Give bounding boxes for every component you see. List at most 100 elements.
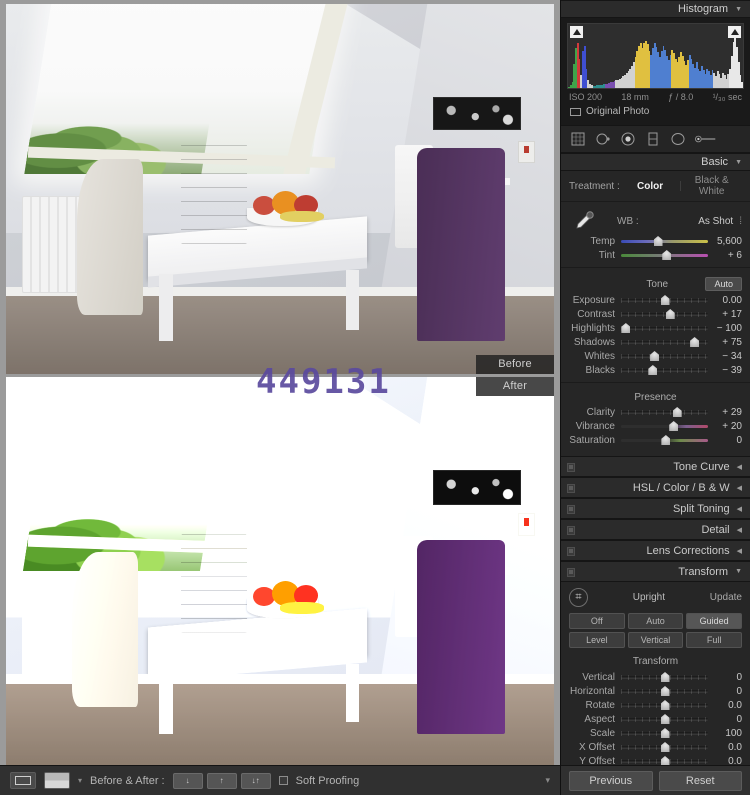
slider-track[interactable] [621,336,708,348]
spot-removal-tool-icon[interactable] [595,131,611,147]
upright-grid-icon[interactable]: ⌗ [569,588,588,607]
slider-value[interactable]: 0 [708,686,742,697]
basic-panel-header[interactable]: Basic ▼ [561,153,750,171]
slider-x-offset[interactable]: X Offset 0.0 [561,740,750,754]
slider-handle[interactable] [660,295,670,305]
slider-track[interactable] [621,322,708,334]
slider-value[interactable]: − 34 [708,351,742,362]
slider-track[interactable] [621,699,708,711]
slider-track[interactable] [621,713,708,725]
upright-guided-button[interactable]: Guided [686,613,742,629]
before-after-view-button[interactable] [44,772,70,789]
slider-value[interactable]: 100 [708,728,742,739]
slider-handle[interactable] [660,700,670,710]
original-photo-row[interactable]: Original Photo [567,102,744,122]
chevron-left-icon[interactable]: ◀ [737,484,742,492]
slider-track[interactable] [621,294,708,306]
slider-track[interactable] [621,235,708,247]
slider-exposure[interactable]: Exposure 0.00 [561,293,750,307]
slider-tint[interactable]: Tint + 6 [561,248,750,262]
slider-handle[interactable] [650,351,660,361]
slider-handle[interactable] [660,672,670,682]
radial-filter-tool-icon[interactable] [670,131,686,147]
crop-overlay-tool-icon[interactable] [570,131,586,147]
copy-before-to-after-button[interactable]: ↑ [206,772,237,789]
chevron-down-icon[interactable]: ▼ [735,568,742,575]
panel-switch[interactable] [567,484,575,493]
slider-blacks[interactable]: Blacks − 39 [561,363,750,377]
swap-before-after-button[interactable]: ↓↑ [240,772,271,789]
slider-track[interactable] [621,727,708,739]
panel-switch[interactable] [567,568,575,577]
slider-track[interactable] [621,685,708,697]
soft-proofing-checkbox[interactable] [278,776,288,785]
upright-off-button[interactable]: Off [569,613,625,629]
treatment-bw-option[interactable]: Black & White [681,175,742,197]
slider-saturation[interactable]: Saturation 0 [561,433,750,447]
panel-header-hsl-color-b-w[interactable]: HSL / Color / B & W ◀ [561,477,750,498]
chevron-left-icon[interactable]: ◀ [737,526,742,534]
loupe-view-button[interactable] [10,772,36,789]
slider-contrast[interactable]: Contrast + 17 [561,307,750,321]
slider-handle[interactable] [653,236,663,246]
view-mode-chevron-icon[interactable]: ▾ [78,776,82,785]
slider-handle[interactable] [660,714,670,724]
panel-switch[interactable] [567,463,575,472]
slider-value[interactable]: + 17 [708,309,742,320]
white-balance-selector-icon[interactable] [569,210,595,232]
panel-header-tone-curve[interactable]: Tone Curve ◀ [561,456,750,477]
slider-vertical[interactable]: Vertical 0 [561,670,750,684]
slider-track[interactable] [621,741,708,753]
slider-value[interactable]: − 100 [708,323,742,334]
slider-clarity[interactable]: Clarity + 29 [561,405,750,419]
slider-vibrance[interactable]: Vibrance + 20 [561,419,750,433]
auto-tone-button[interactable]: Auto [705,277,742,291]
slider-handle[interactable] [672,407,682,417]
chevron-left-icon[interactable]: ◀ [737,547,742,555]
slider-value[interactable]: − 39 [708,365,742,376]
slider-handle[interactable] [660,686,670,696]
slider-handle[interactable] [662,250,672,260]
slider-value[interactable]: + 6 [708,250,742,261]
slider-value[interactable]: 0.0 [708,756,742,766]
slider-handle[interactable] [648,365,658,375]
slider-value[interactable]: 0 [708,714,742,725]
panel-switch[interactable] [567,526,575,535]
slider-value[interactable]: + 75 [708,337,742,348]
chevron-left-icon[interactable]: ◀ [737,463,742,471]
slider-temp[interactable]: Temp 5,600 [561,234,750,248]
panel-switch[interactable] [567,505,575,514]
upright-auto-button[interactable]: Auto [627,613,684,629]
panel-switch[interactable] [567,547,575,556]
slider-track[interactable] [621,434,708,446]
copy-after-to-before-button[interactable]: ↓ [172,772,203,789]
slider-shadows[interactable]: Shadows + 75 [561,335,750,349]
slider-value[interactable]: 0 [708,435,742,446]
slider-track[interactable] [621,249,708,261]
slider-value[interactable]: 0.0 [708,742,742,753]
slider-track[interactable] [621,350,708,362]
panel-header-detail[interactable]: Detail ◀ [561,519,750,540]
slider-track[interactable] [621,406,708,418]
previous-button[interactable]: Previous [569,770,653,791]
slider-handle[interactable] [660,742,670,752]
slider-value[interactable]: 0.0 [708,700,742,711]
treatment-color-option[interactable]: Color [620,181,681,192]
slider-handle[interactable] [621,323,631,333]
slider-track[interactable] [621,671,708,683]
graduated-filter-tool-icon[interactable] [645,131,661,147]
slider-handle[interactable] [661,435,671,445]
reset-button[interactable]: Reset [658,770,742,791]
slider-value[interactable]: + 20 [708,421,742,432]
slider-value[interactable]: 5,600 [708,236,742,247]
chevron-down-icon[interactable]: ▼ [735,6,742,13]
adjustment-brush-tool-icon[interactable] [695,131,716,147]
shadow-clipping-indicator[interactable] [570,26,583,38]
slider-track[interactable] [621,755,708,765]
slider-aspect[interactable]: Aspect 0 [561,712,750,726]
slider-scale[interactable]: Scale 100 [561,726,750,740]
panel-header-split-toning[interactable]: Split Toning ◀ [561,498,750,519]
toolbar-chevron-icon[interactable]: ▾ [545,775,550,786]
slider-rotate[interactable]: Rotate 0.0 [561,698,750,712]
wb-chevron-icon[interactable]: ⁞ [739,216,742,227]
